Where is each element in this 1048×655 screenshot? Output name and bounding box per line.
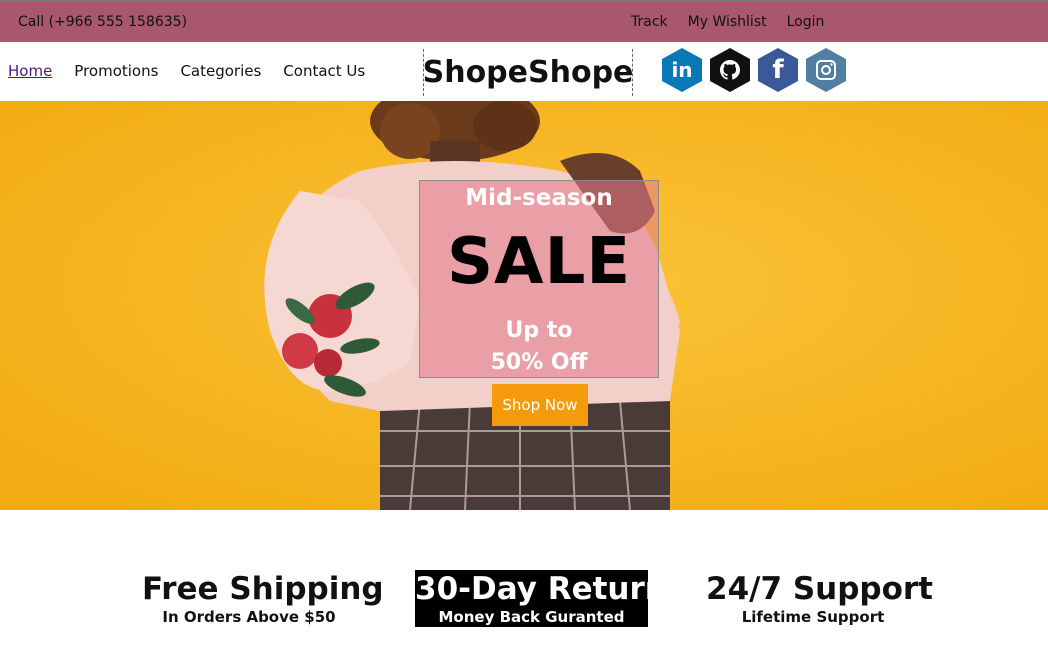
facebook-icon[interactable]: f	[758, 48, 798, 92]
track-link[interactable]: Track	[631, 14, 668, 30]
instagram-icon[interactable]	[806, 48, 846, 92]
feature-title: 24/7 Support	[706, 571, 934, 607]
top-bar: Call (+966 555 158635) Track My Wishlist…	[0, 0, 1048, 42]
promo-title: SALE	[446, 225, 632, 299]
nav-categories[interactable]: Categories	[180, 62, 261, 80]
feature-free-shipping: Free Shipping In Orders Above $50	[142, 570, 384, 626]
login-link[interactable]: Login	[787, 14, 825, 30]
promo-upto: Up to	[505, 318, 573, 343]
promo-subtitle: Mid-season	[465, 185, 613, 211]
github-cat-glyph	[720, 60, 740, 80]
contact-phone: Call (+966 555 158635)	[18, 14, 188, 30]
promo-percent: 50% Off	[490, 350, 588, 375]
features-strip: Free Shipping In Orders Above $50 30-Day…	[0, 510, 1048, 655]
brand-logo[interactable]: ShopeShope	[423, 49, 633, 96]
feature-title: 30-Day Return	[415, 571, 667, 607]
top-links: Track My Wishlist Login	[631, 14, 824, 30]
hero-banner: Mid-season SALE Up to 50% Off Shop Now	[0, 101, 1048, 510]
nav-home[interactable]: Home	[8, 62, 52, 80]
nav-promotions[interactable]: Promotions	[74, 62, 158, 80]
main-nav: Home Promotions Categories Contact Us	[8, 62, 365, 80]
sale-promo-box: Mid-season SALE Up to 50% Off	[419, 180, 659, 378]
feature-subtitle: Lifetime Support	[741, 608, 885, 626]
facebook-glyph: f	[772, 55, 784, 85]
social-links: in f	[662, 48, 846, 92]
site-header: Home Promotions Categories Contact Us Sh…	[0, 42, 1048, 101]
instagram-camera-glyph	[816, 60, 836, 80]
feature-title: Free Shipping	[142, 571, 384, 607]
wishlist-link[interactable]: My Wishlist	[688, 14, 767, 30]
linkedin-icon[interactable]: in	[662, 48, 702, 92]
linkedin-glyph: in	[671, 58, 693, 82]
feature-subtitle: Money Back Guranted	[438, 608, 625, 626]
feature-30-day-return: 30-Day Return Money Back Guranted	[415, 570, 667, 627]
promo-discount: Up to 50% Off	[420, 315, 658, 379]
github-icon[interactable]	[710, 48, 750, 92]
feature-support: 24/7 Support Lifetime Support	[706, 570, 934, 626]
feature-subtitle: In Orders Above $50	[162, 608, 336, 626]
shop-now-button[interactable]: Shop Now	[492, 384, 588, 426]
nav-contact-us[interactable]: Contact Us	[283, 62, 365, 80]
